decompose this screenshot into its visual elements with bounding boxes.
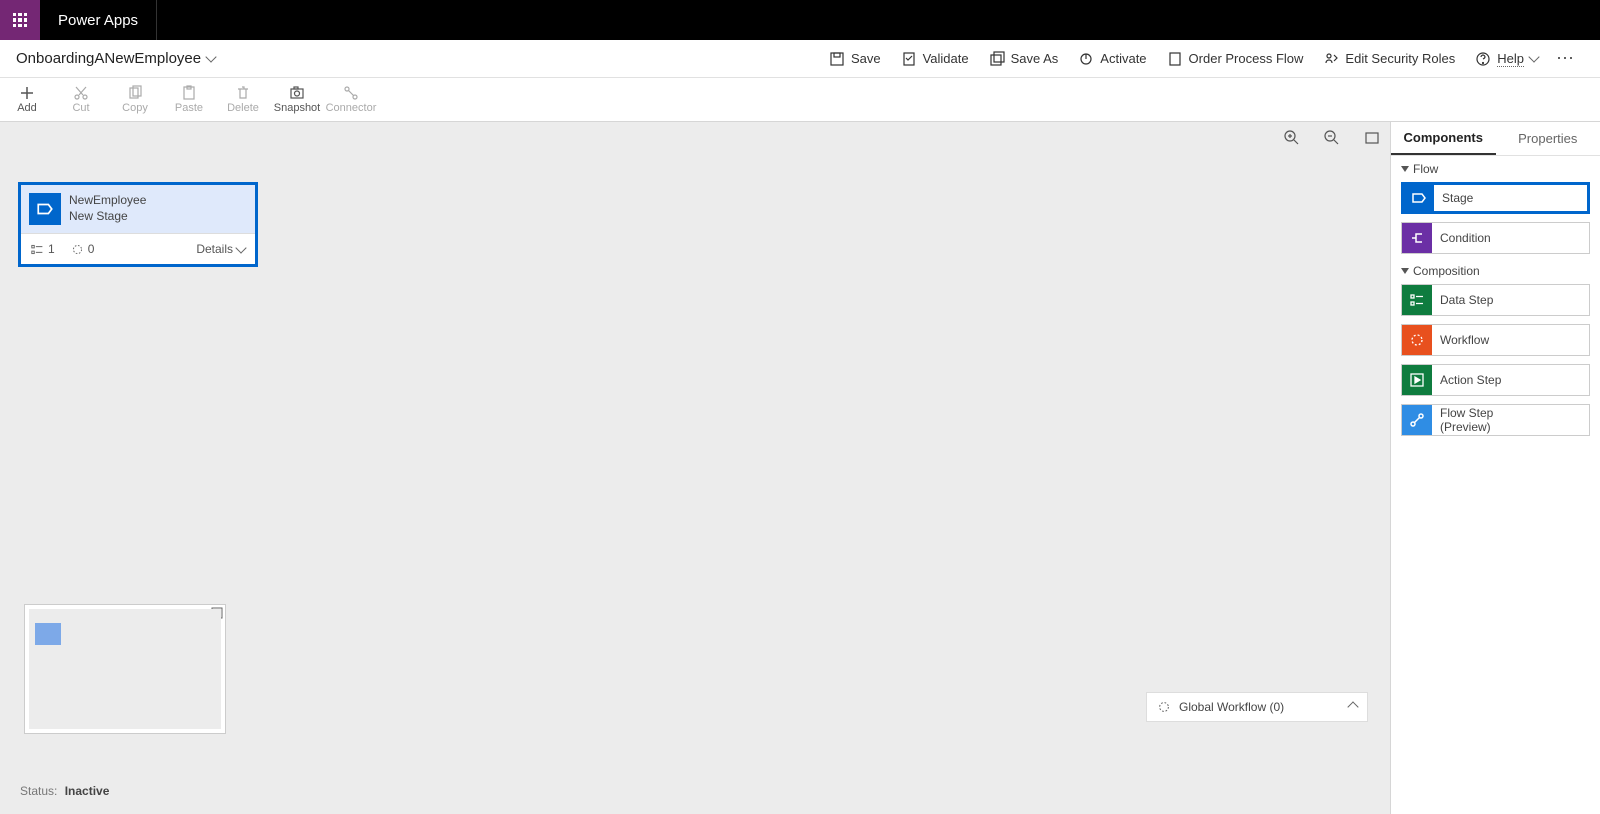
minimap[interactable] <box>24 604 226 734</box>
camera-icon <box>289 85 305 101</box>
chevron-up-icon <box>1347 701 1358 712</box>
chevron-down-icon <box>205 51 216 62</box>
save-as-icon <box>989 51 1005 67</box>
app-launcher[interactable] <box>0 0 40 40</box>
title-bar: Power Apps <box>0 0 1600 40</box>
details-toggle[interactable]: Details <box>196 242 245 256</box>
chevron-down-icon <box>235 242 246 253</box>
canvas[interactable]: NewEmployee New Stage 1 0 Details <box>0 122 1390 814</box>
waffle-icon <box>13 13 27 27</box>
security-icon <box>1323 51 1339 67</box>
workflow-icon <box>1157 700 1171 714</box>
workflow-count: 0 <box>71 242 95 256</box>
right-panel: Components Properties Flow Stage Conditi… <box>1390 122 1600 814</box>
plus-icon <box>19 85 35 101</box>
paste-tool[interactable]: Paste <box>162 85 216 114</box>
activate-icon <box>1078 51 1094 67</box>
connector-icon <box>343 85 359 101</box>
tab-properties[interactable]: Properties <box>1496 122 1600 155</box>
stage-card-footer: 1 0 Details <box>21 233 255 264</box>
stage-card[interactable]: NewEmployee New Stage 1 0 Details <box>18 182 258 267</box>
component-workflow[interactable]: Workflow <box>1401 324 1590 356</box>
connector-tool[interactable]: Connector <box>324 85 378 114</box>
steps-icon <box>31 243 44 256</box>
flow-name-label: OnboardingANewEmployee <box>16 50 201 67</box>
workflow-icon <box>71 243 84 256</box>
copy-icon <box>127 85 143 101</box>
copy-tool[interactable]: Copy <box>108 85 162 114</box>
flow-step-icon <box>1402 405 1432 435</box>
steps-count: 1 <box>31 242 55 256</box>
stage-entity-label: NewEmployee <box>69 193 146 209</box>
activate-button[interactable]: Activate <box>1068 40 1156 77</box>
delete-tool[interactable]: Delete <box>216 85 270 114</box>
flow-name-dropdown[interactable]: OnboardingANewEmployee <box>16 50 215 67</box>
right-panel-tabs: Components Properties <box>1391 122 1600 156</box>
stage-title-block: NewEmployee New Stage <box>69 193 146 224</box>
save-button[interactable]: Save <box>819 40 891 77</box>
minimap-stage-indicator <box>35 623 61 645</box>
delete-icon <box>235 85 251 101</box>
cut-tool[interactable]: Cut <box>54 85 108 114</box>
action-bar: OnboardingANewEmployee Save Validate Sav… <box>0 40 1600 78</box>
stage-name-label: New Stage <box>69 209 146 225</box>
canvas-zoom-controls <box>1284 130 1380 146</box>
global-workflow-label: Global Workflow (0) <box>1179 700 1284 714</box>
app-name: Power Apps <box>40 0 157 40</box>
add-tool[interactable]: Add <box>0 85 54 114</box>
status-label: Status: <box>20 784 57 798</box>
status-bar: Status: Inactive <box>20 784 109 798</box>
data-step-icon <box>1402 285 1432 315</box>
edit-security-roles-button[interactable]: Edit Security Roles <box>1313 40 1465 77</box>
toolbar: Add Cut Copy Paste Delete Snapshot Conne… <box>0 78 1600 122</box>
section-composition[interactable]: Composition <box>1391 258 1600 280</box>
snapshot-tool[interactable]: Snapshot <box>270 85 324 114</box>
collapse-icon <box>1401 166 1409 172</box>
component-data-step[interactable]: Data Step <box>1401 284 1590 316</box>
action-step-icon <box>1402 365 1432 395</box>
order-icon <box>1167 51 1183 67</box>
fit-screen-icon[interactable] <box>1364 130 1380 146</box>
order-process-flow-button[interactable]: Order Process Flow <box>1157 40 1314 77</box>
collapse-icon <box>1401 268 1409 274</box>
stage-icon <box>29 193 61 225</box>
tab-components[interactable]: Components <box>1391 122 1496 155</box>
main-area: NewEmployee New Stage 1 0 Details <box>0 122 1600 814</box>
validate-icon <box>901 51 917 67</box>
help-button[interactable]: Help <box>1465 40 1548 77</box>
stage-icon <box>1404 185 1434 211</box>
component-action-step[interactable]: Action Step <box>1401 364 1590 396</box>
condition-icon <box>1402 223 1432 253</box>
status-value: Inactive <box>65 784 110 798</box>
zoom-in-icon[interactable] <box>1284 130 1300 146</box>
save-as-button[interactable]: Save As <box>979 40 1069 77</box>
validate-button[interactable]: Validate <box>891 40 979 77</box>
save-icon <box>829 51 845 67</box>
section-flow[interactable]: Flow <box>1391 156 1600 178</box>
component-condition[interactable]: Condition <box>1401 222 1590 254</box>
cut-icon <box>73 85 89 101</box>
paste-icon <box>181 85 197 101</box>
zoom-out-icon[interactable] <box>1324 130 1340 146</box>
help-icon <box>1475 51 1491 67</box>
chevron-down-icon <box>1528 51 1539 62</box>
minimap-viewport <box>29 609 221 729</box>
stage-card-header: NewEmployee New Stage <box>21 185 255 233</box>
workflow-comp-icon <box>1402 325 1432 355</box>
component-stage[interactable]: Stage <box>1401 182 1590 214</box>
more-actions-button[interactable]: ⋯ <box>1548 48 1584 69</box>
component-flow-step[interactable]: Flow Step (Preview) <box>1401 404 1590 436</box>
global-workflow-panel[interactable]: Global Workflow (0) <box>1146 692 1368 722</box>
